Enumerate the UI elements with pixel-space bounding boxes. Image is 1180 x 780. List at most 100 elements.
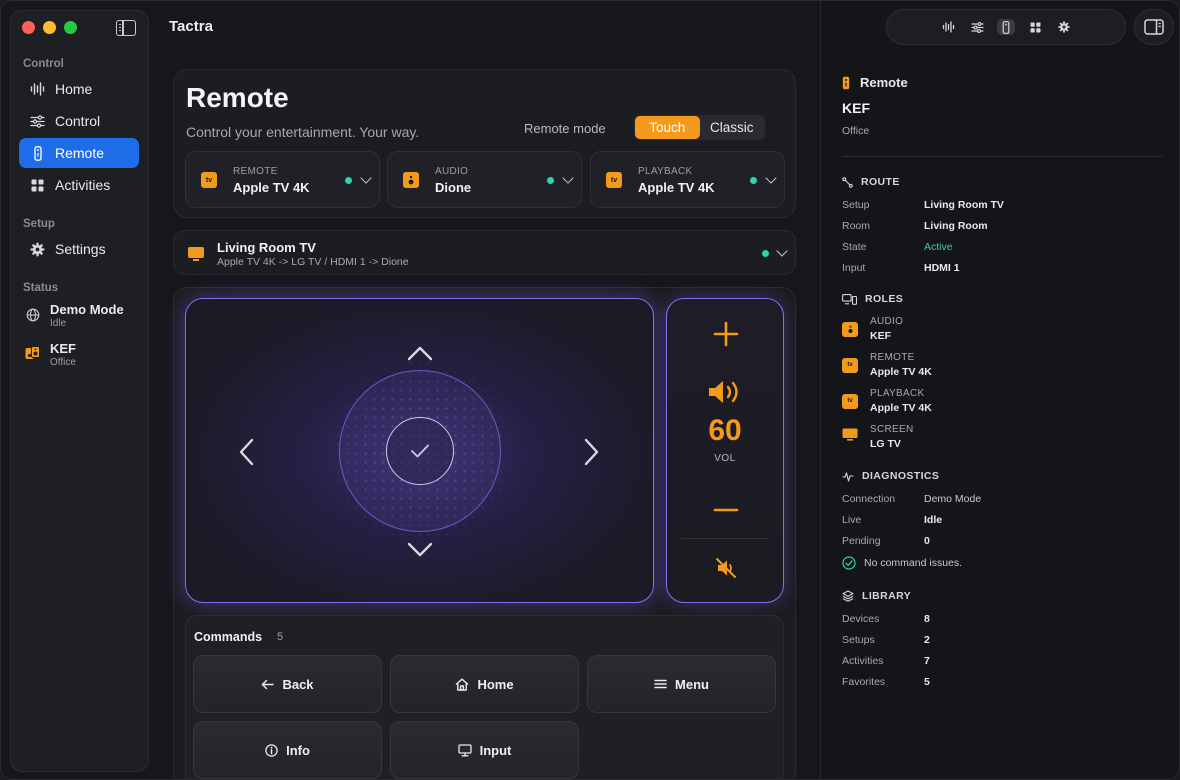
role-card-playback[interactable]: tv PLAYBACK Apple TV 4K (590, 151, 785, 208)
inspector-room: Office (842, 125, 870, 137)
route-room-key: Room (842, 220, 871, 232)
route-path: Apple TV 4K -> LG TV / HDMI 1 -> Dione (217, 256, 409, 268)
divider (681, 538, 769, 539)
role-device-name: Apple TV 4K (233, 180, 310, 195)
status-item-demo-mode[interactable]: Demo Mode Idle (25, 302, 124, 330)
volume-up-button[interactable] (713, 321, 739, 347)
chevron-right-icon[interactable] (584, 438, 600, 466)
arrow-left-icon (262, 679, 275, 689)
chevron-up-icon[interactable] (407, 345, 433, 361)
section-label-control: Control (23, 58, 64, 70)
diag-live-value: Idle (924, 514, 943, 526)
app-title: Tactra (169, 18, 213, 35)
window-controls (22, 21, 77, 34)
remote-mode-label: Remote mode (524, 121, 606, 136)
touchpad[interactable] (185, 298, 654, 603)
role-value: LG TV (870, 438, 901, 450)
section-title: DIAGNOSTICS (862, 470, 940, 482)
lib-devices-key: Devices (842, 613, 880, 625)
divider (842, 156, 1162, 157)
role-kicker: REMOTE (233, 166, 278, 177)
role-device-name: Apple TV 4K (638, 180, 715, 195)
mute-button[interactable] (715, 557, 737, 579)
select-button[interactable] (386, 417, 454, 485)
inspector-toggle-button[interactable] (1134, 9, 1174, 45)
status-dot (547, 177, 554, 184)
route-title: Living Room TV (217, 240, 316, 255)
section-label-setup: Setup (23, 218, 55, 230)
zoom-window-button[interactable] (64, 21, 77, 34)
speaker-icon (403, 172, 419, 188)
role-card-audio[interactable]: AUDIO Dione (387, 151, 582, 208)
diagnostics-section-header: DIAGNOSTICS (842, 470, 939, 482)
role-card-remote[interactable]: tv REMOTE Apple TV 4K (185, 151, 380, 208)
gear-icon[interactable] (1055, 19, 1073, 35)
sidebar-item-control[interactable]: Control (19, 106, 139, 136)
page-title: Remote (186, 82, 289, 113)
mode-touch-button[interactable]: Touch (635, 116, 700, 139)
diag-pending-key: Pending (842, 535, 881, 547)
mode-classic-button[interactable]: Classic (700, 116, 765, 139)
sidebar-item-label: Settings (55, 241, 106, 257)
display-icon (457, 743, 472, 756)
sidebar-item-label: Remote (55, 145, 105, 161)
inspector-title: Remote (860, 75, 908, 90)
commands-count: 5 (277, 631, 284, 643)
apple-tv-icon: tv (842, 393, 858, 409)
view-toolbar (886, 9, 1126, 45)
route-state-value: Active (924, 241, 953, 253)
sidebar-item-activities[interactable]: Activities (19, 170, 139, 200)
sidebar-item-label: Control (55, 113, 101, 129)
chevron-down-icon[interactable] (407, 542, 433, 558)
library-section-header: LIBRARY (842, 590, 911, 602)
home-command-button[interactable]: Home (390, 655, 579, 713)
sidebar: Control Home Control Remote Activities S… (10, 10, 149, 772)
minimize-window-button[interactable] (43, 21, 56, 34)
input-command-button[interactable]: Input (390, 721, 579, 779)
info-command-button[interactable]: Info (193, 721, 382, 779)
pulse-icon (842, 471, 854, 482)
sliders-icon (30, 114, 45, 129)
diag-connection-key: Connection (842, 493, 896, 505)
back-command-button[interactable]: Back (193, 655, 382, 713)
status-item-kef[interactable]: KEF Office (25, 341, 76, 369)
volume-down-button[interactable] (713, 507, 739, 513)
role-row-audio: AUDIO KEF (842, 315, 903, 343)
info-icon (265, 743, 278, 757)
apple-tv-icon: tv (201, 172, 217, 188)
commands-panel: Commands 5 Back Home Menu Info Input (185, 615, 784, 779)
sidebar-item-label: Home (55, 81, 93, 97)
app-window: Control Home Control Remote Activities S… (0, 0, 1180, 780)
volume-value: 60 (708, 414, 742, 447)
remote-icon[interactable] (997, 19, 1015, 35)
route-setup-key: Setup (842, 199, 870, 211)
chevron-down-icon (562, 172, 574, 184)
sidebar-item-remote[interactable]: Remote (19, 138, 139, 168)
sliders-icon[interactable] (968, 19, 986, 35)
lib-setups-value: 2 (924, 634, 930, 646)
chevron-left-icon[interactable] (238, 438, 254, 466)
sidebar-toggle-icon[interactable] (116, 20, 136, 36)
role-value: KEF (870, 330, 891, 342)
role-device-name: Dione (435, 180, 472, 195)
command-label: Input (479, 742, 512, 758)
route-selector[interactable]: Living Room TV Apple TV 4K -> LG TV / HD… (173, 230, 796, 275)
lib-devices-value: 8 (924, 613, 930, 625)
grid-icon[interactable] (1026, 19, 1044, 35)
waveform-icon[interactable] (939, 19, 957, 35)
remote-hero-card: Remote Control your entertainment. Your … (173, 69, 796, 218)
sidebar-item-settings[interactable]: Settings (19, 234, 139, 264)
speaker-icon (25, 346, 40, 361)
route-input-key: Input (842, 262, 866, 274)
grid-icon (30, 178, 45, 193)
volume-panel: 60 VOL (666, 298, 784, 603)
sidebar-item-home[interactable]: Home (19, 74, 139, 104)
gear-icon (30, 242, 45, 257)
menu-command-button[interactable]: Menu (587, 655, 776, 713)
role-kicker: PLAYBACK (638, 166, 693, 177)
diag-connection-value: Demo Mode (924, 493, 982, 505)
diag-pending-value: 0 (924, 535, 930, 547)
house-icon (455, 678, 469, 691)
close-window-button[interactable] (22, 21, 35, 34)
lib-activities-value: 7 (924, 655, 930, 667)
